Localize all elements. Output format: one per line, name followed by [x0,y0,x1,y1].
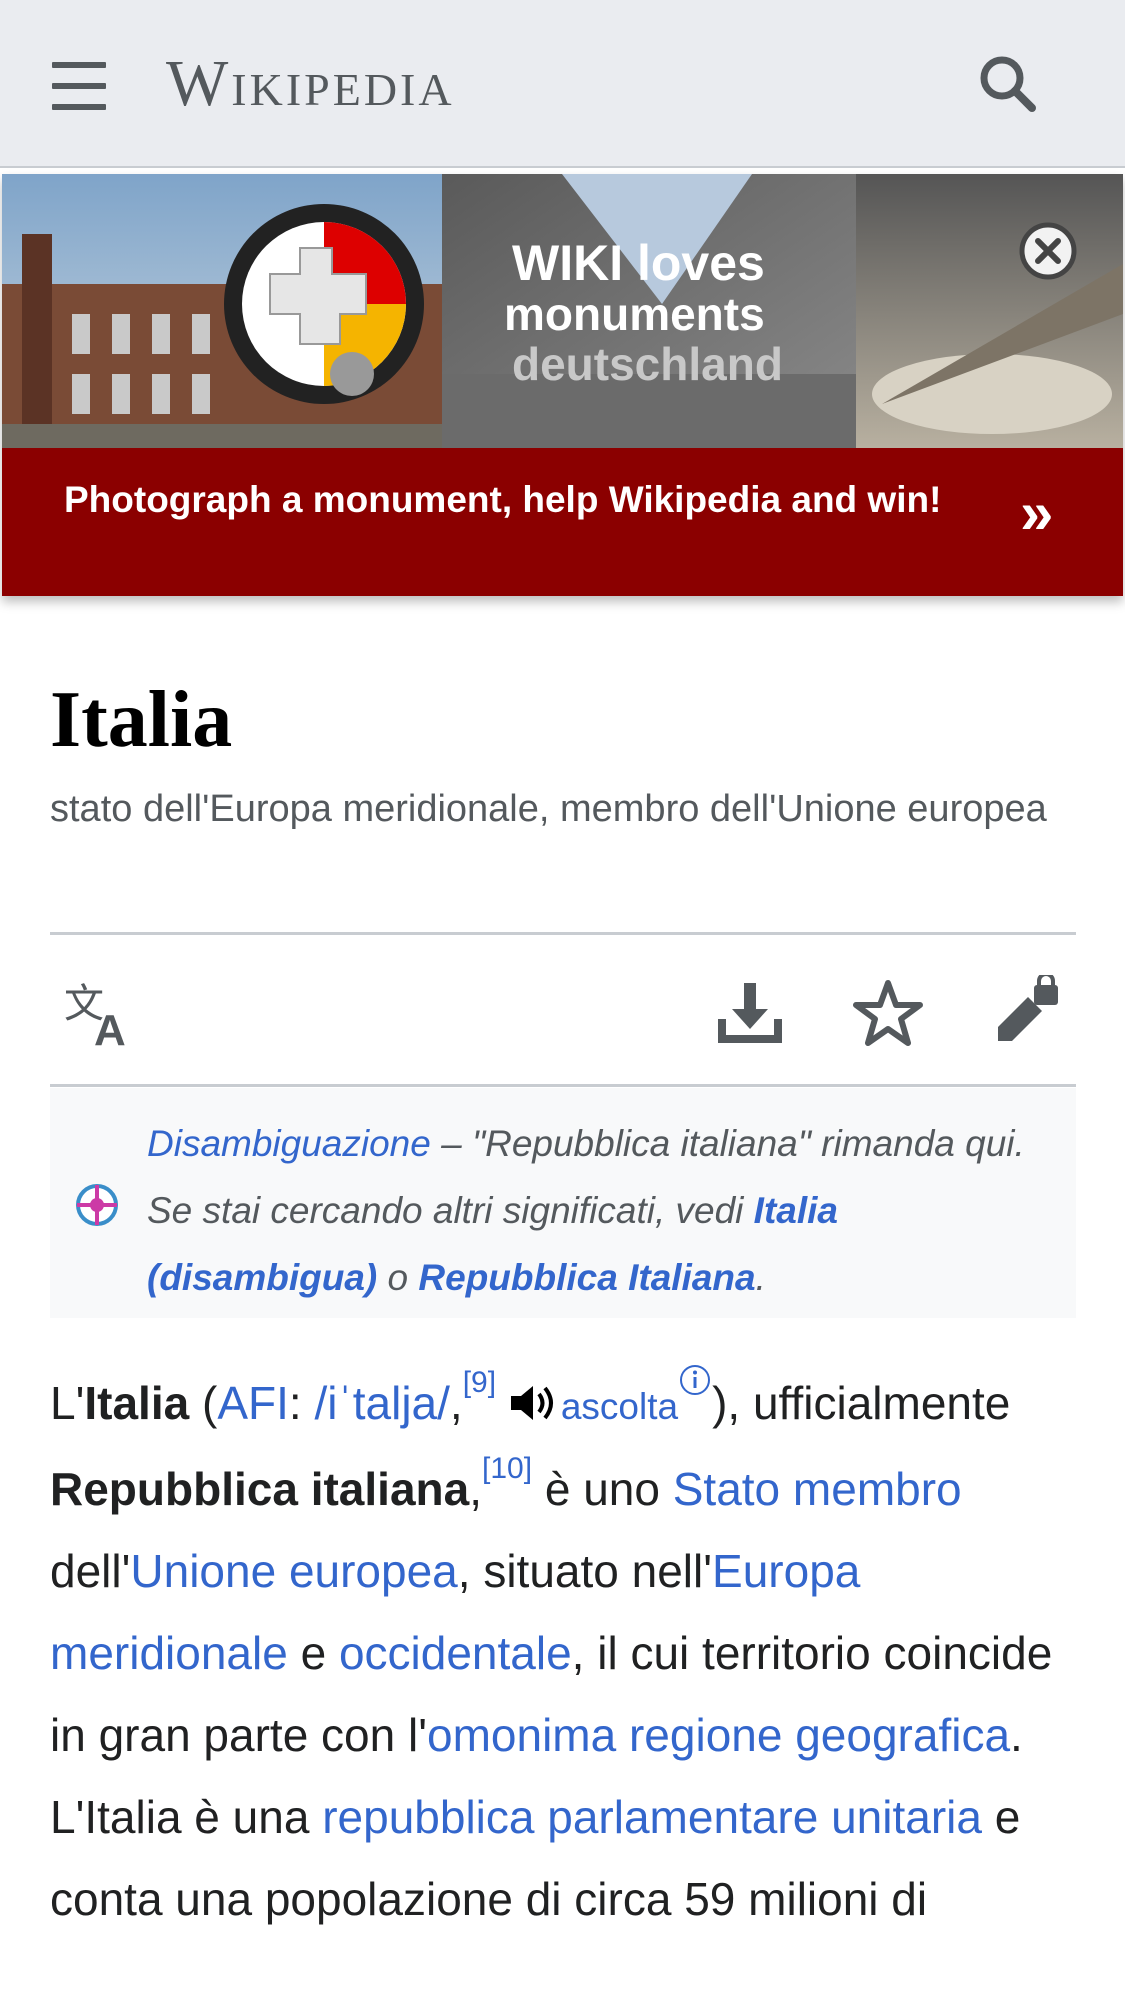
text: è uno [532,1463,673,1515]
text: ufficialmente [740,1377,1011,1429]
link-ascolta[interactable]: ascolta [561,1386,678,1427]
speaker-icon[interactable] [509,1366,561,1448]
divider [50,932,1076,935]
banner-message-bar[interactable]: Photograph a monument, help Wikipedia an… [2,448,1123,596]
banner-logo-line1: WIKI loves [512,235,765,291]
banner-logo-line3: deutschland [512,338,783,390]
star-icon[interactable] [850,975,926,1051]
link-stato-membro[interactable]: Stato membro [673,1463,962,1515]
campaign-banner[interactable]: WIKI loves monuments deutschland Photogr… [2,174,1123,596]
text: e [287,1627,339,1679]
link-unione-europea[interactable]: Unione europea [130,1545,457,1597]
banner-logo-line2: monuments [504,288,765,340]
text: , situato nell' [457,1545,713,1597]
link-disambiguazione[interactable]: Disambiguazione [147,1123,431,1164]
link-occidentale[interactable]: occidentale [339,1627,572,1679]
link-repubblica-italiana[interactable]: Repubblica Italiana [418,1257,755,1298]
double-chevron-right-icon[interactable]: » [1020,478,1053,548]
article-lead-paragraph: L'Italia (AFI: /iˈtalja/,[9] ascolta), u… [50,1340,1090,1940]
translate-icon[interactable]: 文 A [62,975,138,1055]
text: dell' [50,1545,131,1597]
hatnote-text-3: . [755,1257,766,1298]
close-circle-icon[interactable] [1018,221,1078,281]
reference-9[interactable]: [9] [463,1366,496,1399]
banner-message[interactable]: Photograph a monument, help Wikipedia an… [64,478,944,522]
bold-term: Repubblica italiana [50,1463,470,1515]
svg-text:A: A [94,1006,126,1051]
hatnote-text-2: o [377,1257,419,1298]
link-ipa[interactable]: /iˈtalja/ [314,1377,449,1429]
link-omonima-regione-geografica[interactable]: omonima regione geografica [427,1709,1010,1761]
divider [50,1084,1076,1087]
wikipedia-wordmark[interactable]: Wikipedia [166,44,455,124]
info-icon[interactable] [678,1340,712,1422]
disambiguation-hatnote: Disambiguazione – "Repubblica italiana" … [50,1088,1076,1318]
page-title: Italia [50,676,233,764]
download-icon[interactable] [712,975,788,1051]
text: : [288,1377,315,1429]
page-description: stato dell'Europa meridionale, membro de… [50,788,1047,830]
text: ( [189,1377,218,1429]
link-repubblica-parlamentare-unitaria[interactable]: repubblica parlamentare unitaria [322,1791,982,1843]
bold-term: Italia [84,1377,190,1429]
link-afi[interactable]: AFI [217,1377,289,1429]
hatnote-text: Disambiguazione – "Repubblica italiana" … [147,1110,1047,1311]
text: ), [712,1377,741,1429]
text: , [469,1463,482,1515]
disambiguation-icon [74,1182,120,1228]
top-header: Wikipedia [0,0,1125,168]
text: L' [50,1377,85,1429]
search-icon[interactable] [974,50,1044,120]
edit-protected-icon[interactable] [990,972,1066,1051]
banner-image: WIKI loves monuments deutschland [2,174,1123,448]
hamburger-menu-icon[interactable] [44,54,116,118]
text: , [449,1377,463,1429]
reference-10[interactable]: [10] [482,1452,532,1485]
